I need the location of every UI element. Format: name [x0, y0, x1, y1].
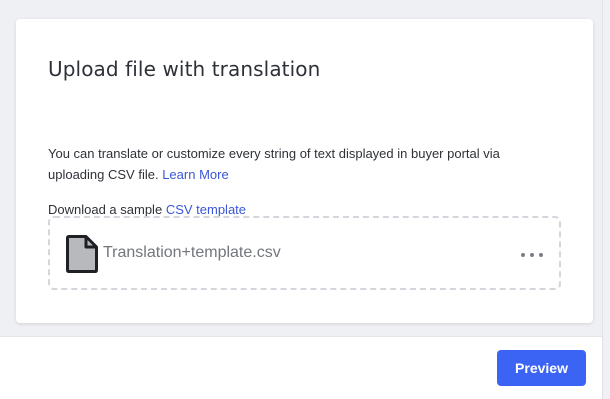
more-options-icon[interactable]: [521, 246, 543, 264]
file-icon: [66, 235, 98, 273]
more-dot: [539, 253, 543, 257]
preview-button[interactable]: Preview: [497, 350, 586, 386]
learn-more-link[interactable]: Learn More: [162, 167, 228, 182]
sample-prefix: Download a sample: [48, 202, 163, 217]
card-title: Upload file with translation: [48, 57, 321, 81]
more-dot: [530, 253, 534, 257]
file-name: Translation+template.csv: [103, 244, 281, 261]
csv-template-link[interactable]: CSV template: [166, 202, 246, 217]
file-dropzone[interactable]: Translation+template.csv: [48, 216, 561, 290]
scrollbar[interactable]: [602, 0, 610, 399]
description: You can translate or customize every str…: [48, 143, 558, 185]
description-text: You can translate or customize every str…: [48, 146, 500, 182]
more-dot: [521, 253, 525, 257]
upload-card: Upload file with translation You can tra…: [16, 19, 593, 323]
page-background: Upload file with translation You can tra…: [0, 0, 610, 399]
